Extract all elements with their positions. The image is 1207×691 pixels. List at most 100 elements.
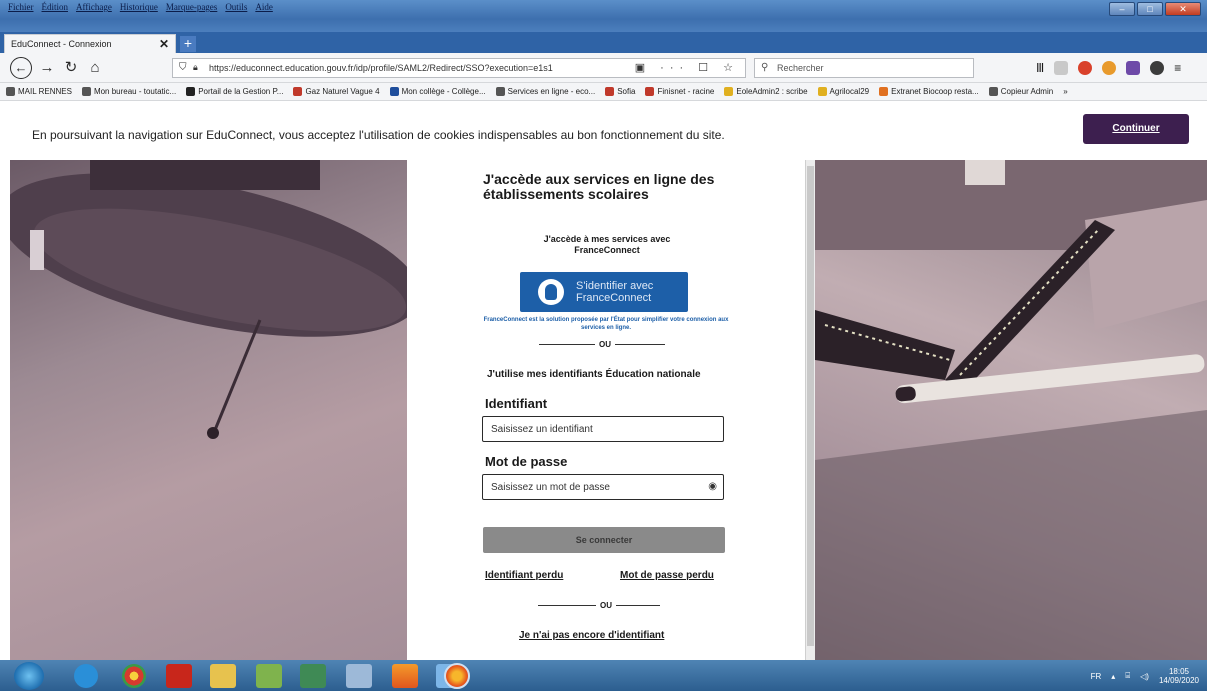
franceconnect-button[interactable]: S'identifier avec FranceConnect [520, 272, 688, 312]
chrome-icon[interactable] [122, 664, 146, 688]
extension-red-icon[interactable] [1078, 61, 1093, 75]
bookmark-icon [81, 87, 91, 96]
education-intro: J'utilise mes identifiants Éducation nat… [487, 369, 701, 380]
menu-outils[interactable]: Outils [225, 2, 247, 16]
account-icon[interactable] [1150, 61, 1165, 75]
bookmark-item[interactable]: Copieur Admin [988, 86, 1053, 97]
address-bar[interactable]: ⛉ 🔒︎ https://educonnect.education.gouv.f… [172, 58, 746, 78]
maximize-button[interactable]: □ [1137, 2, 1163, 16]
bookmark-icon [817, 87, 827, 96]
window-controls: ‒ □ ✕ [1109, 2, 1201, 16]
or-text: OU [599, 339, 611, 349]
menu-historique[interactable]: Historique [120, 2, 158, 16]
reload-icon[interactable]: ↻ [60, 57, 82, 79]
show-password-eye-icon[interactable]: ◉ [708, 481, 717, 492]
menu-marque-pages[interactable]: Marque-pages [166, 2, 217, 16]
close-window-button[interactable]: ✕ [1165, 2, 1201, 16]
bookmark-icon [879, 87, 889, 96]
scrollbar-thumb[interactable] [807, 166, 814, 646]
bookmark-item[interactable]: Sofia [605, 86, 635, 97]
extension-orange-icon[interactable] [1102, 61, 1117, 75]
tab-educonnect[interactable]: EduConnect - Connexion ✕ [4, 34, 176, 53]
login-button[interactable]: Se connecter [483, 527, 725, 553]
lock-icon: 🔒︎ [193, 62, 198, 72]
bookmark-item[interactable]: Finisnet - racine [645, 86, 714, 97]
or-separator: OU [539, 339, 665, 349]
search-input[interactable]: ⚲ Rechercher [754, 58, 974, 78]
bookmark-icon [389, 87, 399, 96]
bookmark-item[interactable]: Agrilocal29 [817, 86, 869, 97]
system-tray: FR ▴ ⌸ ◁) 18:05 14/09/2020 [1091, 667, 1199, 685]
franceconnect-description: FranceConnect est la solution proposée p… [483, 317, 729, 331]
chair-photo [10, 160, 407, 439]
continue-button[interactable]: Continuer [1083, 114, 1189, 144]
bookmark-item[interactable]: MAIL RENNES [6, 86, 72, 97]
taskbar: FR ▴ ⌸ ◁) 18:05 14/09/2020 [0, 660, 1207, 691]
identifier-placeholder: Saisissez un identifiant [491, 424, 593, 435]
menu-aide[interactable]: Aide [255, 2, 273, 16]
firefox-icon[interactable] [444, 663, 470, 689]
bookmark-item[interactable]: Extranet Biocoop resta... [879, 86, 979, 97]
app-green-icon[interactable] [256, 664, 282, 688]
separator-line [616, 604, 660, 606]
bookmark-item[interactable]: Gaz Naturel Vague 4 [293, 86, 380, 97]
bookmark-item[interactable]: EoleAdmin2 : scribe [724, 86, 808, 97]
or-text: OU [600, 600, 612, 610]
bookmark-item[interactable]: Services en ligne - eco... [495, 86, 595, 97]
vlc-icon[interactable] [392, 664, 418, 688]
bookmark-icon [6, 87, 15, 96]
bookmark-item[interactable]: Mon collège - Collège... [389, 86, 486, 97]
start-button-icon[interactable] [14, 662, 44, 690]
home-icon[interactable]: ⌂ [84, 57, 106, 79]
franceconnect-button-line2: FranceConnect [576, 292, 652, 304]
page-actions-icons[interactable]: ▣ ··· ☐ ☆ [635, 61, 739, 74]
bookmark-item[interactable]: Portail de la Gestion P... [186, 86, 283, 97]
app-recycle-icon[interactable] [300, 664, 326, 688]
bookmark-icon [186, 87, 196, 96]
clock[interactable]: 18:05 14/09/2020 [1159, 667, 1199, 685]
password-input[interactable]: Saisissez un mot de passe ◉ [482, 474, 724, 500]
menu-edition[interactable]: Édition [42, 2, 69, 16]
bookmark-icon [645, 87, 655, 96]
no-identifier-link[interactable]: Je n'ai pas encore d'identifiant [519, 630, 664, 641]
background-photo-left [10, 160, 407, 660]
minimize-button[interactable]: ‒ [1109, 2, 1135, 16]
menu-bar: Fichier Édition Affichage Historique Mar… [8, 2, 273, 16]
network-icon[interactable]: ⌸ [1125, 671, 1130, 681]
back-arrow-icon[interactable]: ← [10, 57, 32, 79]
separator-line [538, 604, 596, 606]
clock-date: 14/09/2020 [1158, 676, 1199, 685]
volume-icon[interactable]: ◁) [1140, 672, 1149, 681]
bookmark-icon [495, 87, 505, 96]
separator-line [615, 343, 665, 345]
forward-arrow-icon[interactable]: → [36, 57, 58, 79]
tray-arrow-icon[interactable]: ▴ [1111, 672, 1115, 681]
library-icon[interactable]: Ⅲ [1036, 61, 1044, 75]
menu-fichier[interactable]: Fichier [8, 2, 34, 16]
navigation-bar: ← → ↻ ⌂ ⛉ 🔒︎ https://educonnect.educatio… [0, 53, 1207, 83]
acrobat-icon[interactable] [166, 664, 192, 688]
hamburger-menu-icon[interactable]: ≡ [1174, 61, 1181, 75]
bookmarks-overflow-icon[interactable]: » [1063, 86, 1067, 97]
forgot-password-link[interactable]: Mot de passe perdu [620, 570, 714, 581]
url-text: https://educonnect.education.gouv.fr/idp… [209, 63, 553, 73]
new-tab-button[interactable]: + [180, 36, 196, 52]
search-icon: ⚲ [761, 62, 769, 73]
extension-purple-icon[interactable] [1126, 61, 1141, 75]
app-window-icon[interactable] [346, 664, 372, 688]
identifier-input[interactable]: Saisissez un identifiant [482, 416, 724, 442]
file-explorer-icon[interactable] [210, 664, 236, 688]
bookmark-item[interactable]: Mon bureau - toutatic... [81, 86, 176, 97]
menu-affichage[interactable]: Affichage [76, 2, 112, 16]
sidebar-icon[interactable] [1054, 61, 1069, 75]
tab-close-icon[interactable]: ✕ [159, 37, 169, 51]
bookmarks-bar: MAIL RENNES Mon bureau - toutatic... Por… [0, 83, 1207, 101]
language-indicator[interactable]: FR [1091, 672, 1102, 681]
or-separator: OU [538, 600, 660, 610]
franceconnect-button-label: S'identifier avec FranceConnect [576, 280, 653, 304]
ie-browser-icon[interactable] [74, 664, 98, 688]
forgot-identifier-link[interactable]: Identifiant perdu [485, 570, 563, 581]
background-photo-right [815, 160, 1207, 660]
page-scrollbar[interactable] [805, 160, 815, 660]
page-title: J'accède aux services en ligne des établ… [483, 171, 715, 202]
